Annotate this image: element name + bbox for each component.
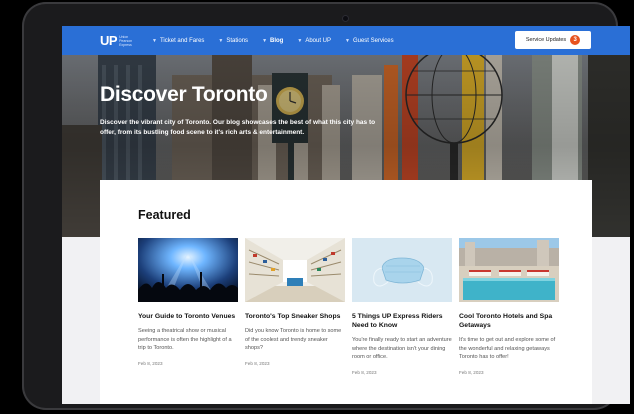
nav-links: ▼ Ticket and Fares ▼ Stations ▼ Blog ▼ A… [152, 26, 408, 55]
logo-mark: UP [100, 33, 118, 48]
chevron-down-icon: ▼ [262, 37, 268, 44]
card-title[interactable]: Cool Toronto Hotels and Spa Getaways [459, 312, 559, 330]
card-title[interactable]: 5 Things UP Express Riders Need to Know [352, 312, 452, 330]
card-image-sneaker-shop[interactable] [245, 238, 345, 302]
blog-card[interactable]: Cool Toronto Hotels and Spa Getaways It'… [459, 238, 559, 375]
logo-subtitle: Union Pearson Express [119, 34, 133, 47]
nav-item-guest-services[interactable]: ▼ Guest Services [345, 38, 394, 44]
blog-card[interactable]: Toronto's Top Sneaker Shops Did you know… [245, 238, 345, 366]
blog-card[interactable]: Your Guide to Toronto Venues Seeing a th… [138, 238, 238, 366]
hero-description: Discover the vibrant city of Toronto. Ou… [100, 119, 376, 136]
card-date: Feb 8, 2023 [459, 369, 484, 375]
featured-section: Featured Your Guide to Toronto Venues Se… [100, 180, 592, 404]
service-updates-label: Service Updates [525, 37, 567, 43]
top-nav: UP Union Pearson Express ▼ Ticket and Fa… [62, 26, 630, 55]
chevron-down-icon: ▼ [297, 37, 303, 44]
nav-item-label: Ticket and Fares [159, 37, 205, 44]
service-updates-button[interactable]: Service Updates 3 [515, 31, 591, 49]
chevron-down-icon: ▼ [152, 37, 157, 44]
nav-item-label: Blog [270, 37, 284, 44]
card-image-hotel-pool[interactable] [459, 238, 559, 302]
nav-item-label: Stations [226, 37, 249, 44]
nav-item-stations[interactable]: ▼ Stations [218, 38, 248, 44]
card-description: It's time to get out and explore some of… [459, 337, 556, 361]
card-description: Seeing a theatrical show or musical perf… [138, 328, 232, 352]
card-title[interactable]: Toronto's Top Sneaker Shops [245, 312, 345, 321]
featured-heading: Featured [138, 208, 191, 222]
blog-card[interactable]: 5 Things UP Express Riders Need to Know … [352, 238, 452, 375]
card-description: Did you know Toronto is home to some of … [245, 328, 342, 352]
page-title: Discover Toronto [100, 83, 268, 106]
up-logo[interactable]: UP Union Pearson Express [100, 32, 135, 49]
nav-item-blog[interactable]: ▼ Blog [262, 38, 283, 44]
card-image-face-mask[interactable] [352, 238, 452, 302]
chevron-down-icon: ▼ [218, 37, 224, 44]
nav-item-label: Guest Services [352, 37, 394, 44]
card-description: You're finally ready to start an adventu… [352, 337, 452, 361]
card-date: Feb 8, 2023 [138, 360, 163, 366]
card-image-concert[interactable] [138, 238, 238, 302]
tablet-frame: UP Union Pearson Express ▼ Ticket and Fa… [22, 2, 630, 410]
nav-item-tickets[interactable]: ▼ Ticket and Fares [152, 38, 204, 44]
service-updates-badge: 3 [570, 35, 581, 45]
card-date: Feb 8, 2023 [352, 369, 377, 375]
nav-item-about[interactable]: ▼ About UP [297, 38, 331, 44]
camera-dot [343, 16, 348, 21]
chevron-down-icon: ▼ [345, 37, 350, 44]
card-date: Feb 8, 2023 [245, 360, 270, 366]
nav-item-label: About UP [305, 37, 331, 44]
screen: UP Union Pearson Express ▼ Ticket and Fa… [62, 26, 630, 404]
card-title[interactable]: Your Guide to Toronto Venues [138, 312, 238, 321]
